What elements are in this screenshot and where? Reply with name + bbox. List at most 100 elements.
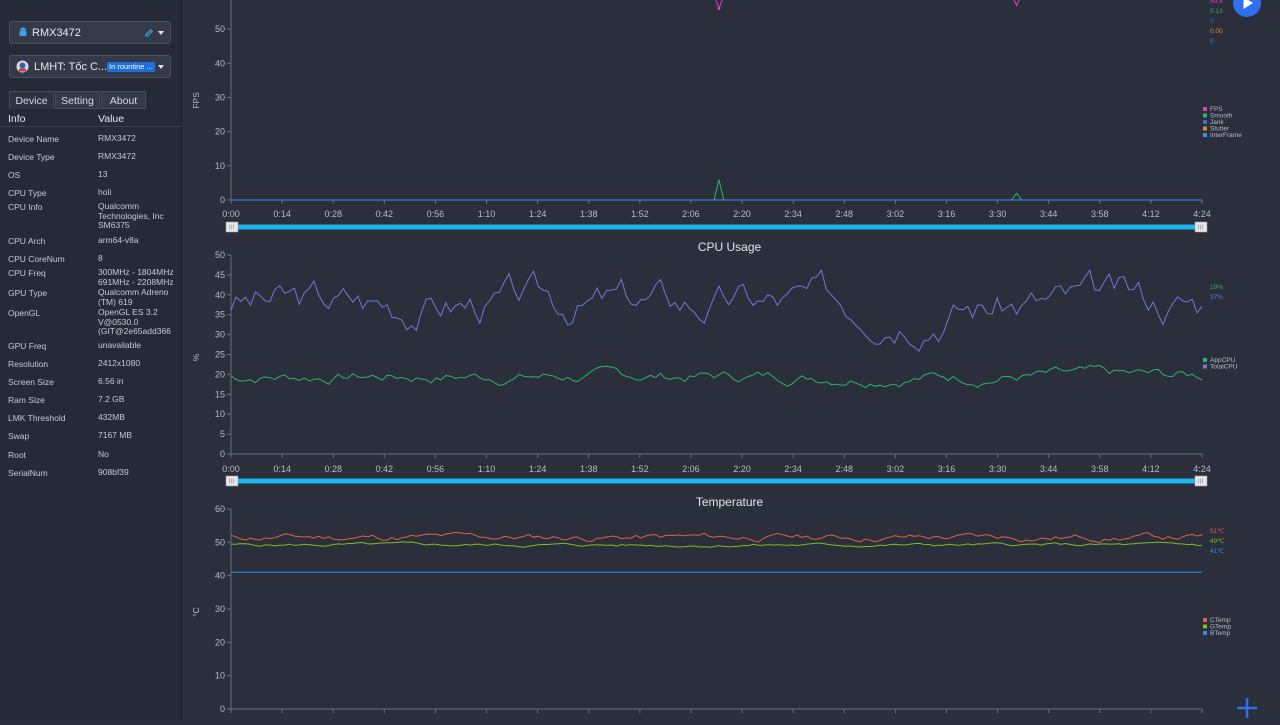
x-tick-label: 0:56 xyxy=(427,209,445,219)
legend-swatch xyxy=(1203,133,1207,137)
series-line-appcpu xyxy=(230,364,1203,389)
y-tick-label: 10 xyxy=(215,409,225,419)
info-key: OpenGL xyxy=(8,308,41,318)
chart-0: FPS 0 10 20 30 40 50 0:00 0:14 0:28 0:42 0:56 1:10 1:… xyxy=(191,0,1242,233)
chart-title: CPU Usage xyxy=(698,240,762,254)
info-key: CPU Freq xyxy=(8,268,46,278)
range-slider-start-handle[interactable] xyxy=(225,475,239,487)
x-tick-label: 2:34 xyxy=(784,464,802,474)
y-tick-label: 0 xyxy=(220,704,225,714)
legend-label: BTemp xyxy=(1210,630,1231,637)
info-value: unavailable xyxy=(98,340,142,350)
y-tick-label: 50 xyxy=(215,250,225,260)
x-tick-label: 2:20 xyxy=(733,464,751,474)
y-tick-label: 40 xyxy=(215,571,225,581)
info-key: CPU CoreNum xyxy=(8,254,65,264)
info-key: SerialNum xyxy=(8,468,48,478)
x-tick-label: 3:16 xyxy=(938,209,956,219)
range-slider-end-handle[interactable] xyxy=(1194,221,1208,233)
legend-swatch xyxy=(1203,618,1207,622)
x-tick-label: 2:06 xyxy=(682,464,700,474)
series-line-gtemp xyxy=(230,541,1203,548)
info-value: OpenGL ES 3.2 V@0530.0 (GIT@2e65add366 xyxy=(98,307,171,336)
info-value: 7167 MB xyxy=(98,430,133,440)
x-tick-label: 2:20 xyxy=(733,209,751,219)
info-value: RMX3472 xyxy=(98,151,136,161)
range-slider-track xyxy=(231,478,1202,484)
y-tick-label: 15 xyxy=(215,389,225,399)
tab-about[interactable]: About xyxy=(101,91,146,109)
y-tick-label: 60 xyxy=(215,504,225,514)
x-tick-label: 3:44 xyxy=(1040,209,1058,219)
x-tick-label: 4:24 xyxy=(1193,464,1211,474)
info-value: Qualcomm Adreno (TM) 619 xyxy=(98,287,169,307)
info-value: 2412x1080 xyxy=(98,358,141,368)
edit-icon[interactable] xyxy=(144,28,154,38)
x-tick-label: 1:38 xyxy=(580,464,598,474)
y-tick-label: 5 xyxy=(220,429,225,439)
info-value: 8 xyxy=(98,253,103,263)
chart-1: CPU Usage% 0 5 10 15 20 25 30 35 40 45 50 0:00 0:14 0:… xyxy=(191,240,1238,487)
info-key: Root xyxy=(8,450,26,460)
play-icon[interactable] xyxy=(1232,0,1262,18)
x-tick-label: 2:48 xyxy=(835,209,853,219)
range-slider-track xyxy=(231,224,1202,230)
y-axis-label: °C xyxy=(191,607,201,617)
sidebar: RMX3472 LMHT: Tốc C... In rountine ... D… xyxy=(0,0,182,720)
charts-area: FPS010203040500:00 0:14 0:28 0:42 0:56 1:10 1:… xyxy=(191,0,1242,714)
column-header-info: Info xyxy=(8,113,26,125)
info-key: Device Type xyxy=(8,152,55,162)
x-tick-label: 0:28 xyxy=(324,464,342,474)
y-tick-label: 20 xyxy=(215,369,225,379)
device-select[interactable]: RMX3472 xyxy=(9,21,171,44)
x-tick-label: 4:12 xyxy=(1142,209,1160,219)
x-tick-label: 1:52 xyxy=(631,464,649,474)
info-key: Device Name xyxy=(8,134,60,144)
device-name: RMX3472 xyxy=(32,27,81,39)
y-axis-label: % xyxy=(191,353,201,361)
info-value: 432MB xyxy=(98,412,125,422)
info-key: GPU Freq xyxy=(8,341,47,351)
x-tick-label: 2:48 xyxy=(835,464,853,474)
app-name: LMHT: Tốc C... xyxy=(34,61,108,73)
range-slider-end-handle[interactable] xyxy=(1194,475,1208,487)
legend-swatch xyxy=(1203,631,1207,635)
tab-device[interactable]: Device xyxy=(9,91,54,109)
chart-2: Temperature°C0102030405060CTemp51℃GTemp4… xyxy=(191,495,1231,714)
y-tick-label: 45 xyxy=(215,270,225,280)
column-header-value: Value xyxy=(98,113,125,125)
x-tick-label: 3:30 xyxy=(989,209,1007,219)
x-tick-label: 3:58 xyxy=(1091,464,1109,474)
info-key: LMK Threshold xyxy=(8,413,66,423)
y-tick-label: 50 xyxy=(215,537,225,547)
x-tick-label: 3:30 xyxy=(989,464,1007,474)
info-key: Screen Size xyxy=(8,377,54,387)
y-tick-label: 30 xyxy=(215,604,225,614)
y-tick-label: 20 xyxy=(215,637,225,647)
current-value: 59.8 xyxy=(1210,0,1223,5)
info-key: OS xyxy=(8,170,21,180)
app-select[interactable]: LMHT: Tốc C... In rountine ... xyxy=(9,55,171,78)
info-value: No xyxy=(98,449,109,459)
current-value: 0.00 xyxy=(1210,28,1223,35)
y-tick-label: 0 xyxy=(220,449,225,459)
current-value: 51℃ xyxy=(1210,528,1225,535)
y-tick-label: 50 xyxy=(215,24,225,34)
x-tick-label: 3:02 xyxy=(887,464,905,474)
x-tick-label: 1:10 xyxy=(478,209,496,219)
chevron-down-icon[interactable] xyxy=(158,31,164,35)
x-tick-label: 0:56 xyxy=(427,464,445,474)
x-tick-label: 1:10 xyxy=(478,464,496,474)
app-icon xyxy=(16,60,29,73)
range-slider-start-handle[interactable] xyxy=(225,221,239,233)
info-key: GPU Type xyxy=(8,288,48,298)
chevron-down-icon[interactable] xyxy=(158,65,164,69)
add-icon[interactable] xyxy=(1232,693,1262,720)
x-tick-label: 0:14 xyxy=(273,464,291,474)
y-tick-label: 35 xyxy=(215,310,225,320)
current-value: 49℃ xyxy=(1210,538,1225,545)
tab-setting[interactable]: Setting xyxy=(55,91,100,109)
legend-swatch xyxy=(1203,358,1207,362)
x-tick-label: 2:34 xyxy=(784,209,802,219)
legend-swatch xyxy=(1203,120,1207,124)
